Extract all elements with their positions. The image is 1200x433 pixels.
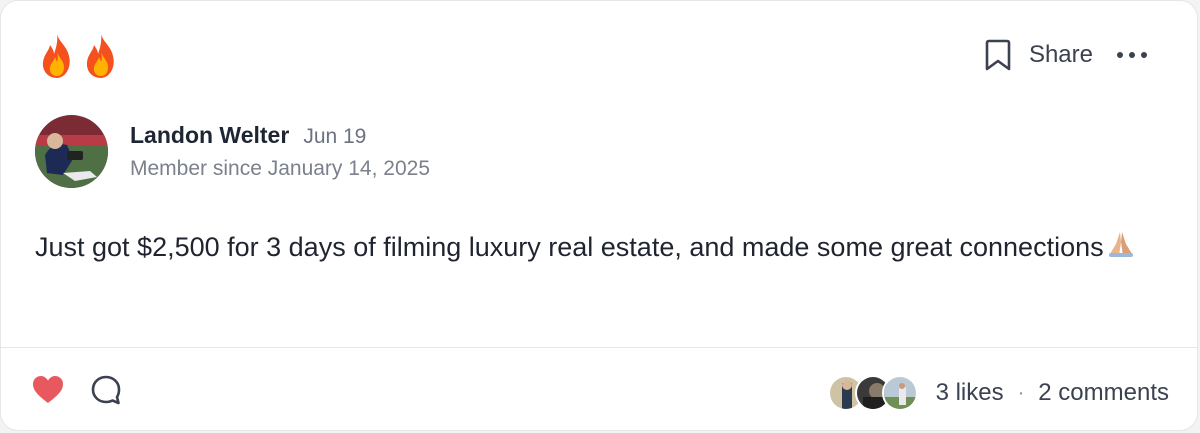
author-info: Landon Welter Jun 19 Member since Januar… bbox=[130, 122, 430, 181]
folded-hands-icon bbox=[1108, 232, 1133, 257]
post-title bbox=[37, 31, 125, 81]
stats-separator: · bbox=[1017, 381, 1025, 404]
more-horizontal-icon[interactable] bbox=[1115, 50, 1149, 60]
avatar[interactable] bbox=[35, 115, 108, 188]
liker-avatars[interactable] bbox=[827, 375, 918, 411]
post-card: Share Landon Welter Jun 19 Member since … bbox=[0, 0, 1198, 431]
bookmark-icon[interactable] bbox=[983, 38, 1013, 72]
post-body: Just got $2,500 for 3 days of filming lu… bbox=[35, 225, 1155, 270]
post-author: Landon Welter Jun 19 Member since Januar… bbox=[35, 115, 430, 188]
fire-icon bbox=[42, 34, 70, 78]
post-body-text: Just got $2,500 for 3 days of filming lu… bbox=[35, 232, 1104, 262]
post-actions: Share bbox=[983, 35, 1149, 75]
comment-icon[interactable] bbox=[89, 373, 123, 407]
comments-count[interactable]: 2 comments bbox=[1038, 379, 1169, 407]
post-reactions bbox=[31, 373, 123, 407]
likes-count[interactable]: 3 likes bbox=[936, 379, 1004, 407]
heart-icon[interactable] bbox=[31, 373, 65, 407]
liker-avatar bbox=[881, 375, 918, 411]
author-name[interactable]: Landon Welter bbox=[130, 122, 289, 149]
avatar-photo bbox=[35, 115, 108, 188]
member-since: Member since January 14, 2025 bbox=[130, 157, 430, 180]
post-date: Jun 19 bbox=[303, 125, 367, 148]
post-stats: 3 likes · 2 comments bbox=[827, 373, 1169, 413]
fire-icon bbox=[86, 34, 114, 78]
footer-divider bbox=[1, 347, 1197, 348]
share-button[interactable]: Share bbox=[1029, 41, 1093, 69]
